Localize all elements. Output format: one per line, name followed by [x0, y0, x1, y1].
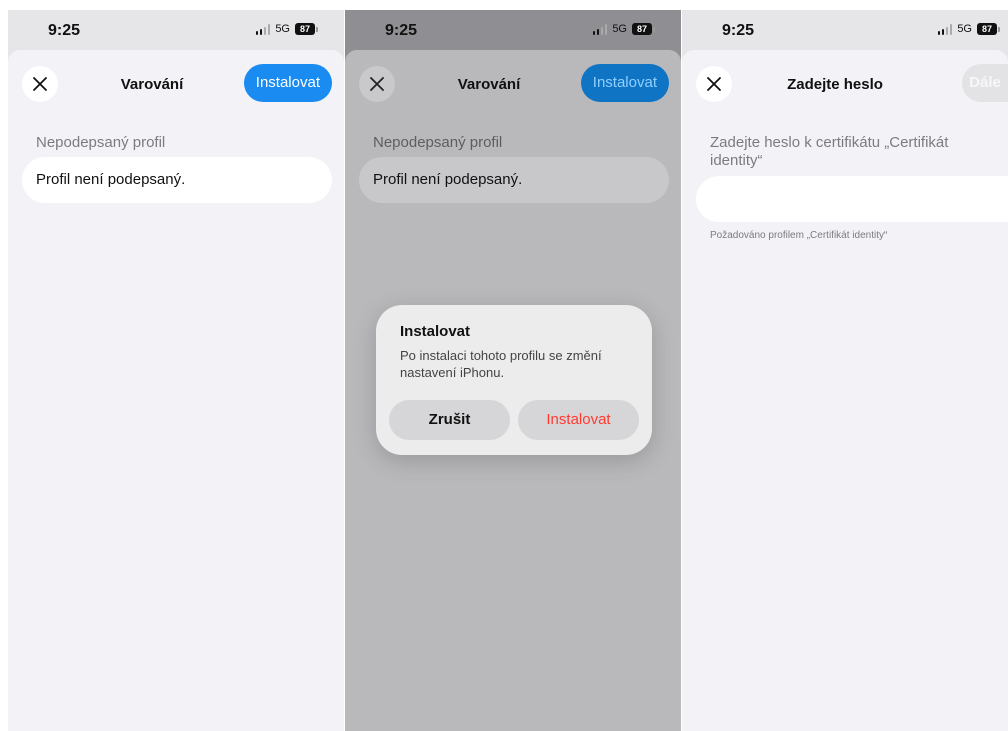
install-button[interactable]: Instalovat: [580, 64, 669, 102]
profile-status-cell: Profil není podepsaný.: [22, 157, 332, 203]
battery-icon: 87: [295, 23, 318, 35]
signal-icon: [255, 23, 271, 35]
status-bar: 9:25 5G 87: [682, 10, 1008, 52]
battery-level: 87: [295, 23, 315, 35]
network-type: 5G: [957, 23, 972, 35]
cancel-button[interactable]: Zrušit: [389, 400, 510, 440]
status-bar: 9:25 5G 87: [345, 10, 681, 52]
status-time: 9:25: [385, 22, 418, 39]
confirm-install-button[interactable]: Instalovat: [518, 400, 639, 440]
battery-icon: 87: [977, 23, 1000, 35]
section-header: Nepodepsaný profil: [373, 134, 503, 151]
nav-title: Zadejte heslo: [787, 76, 883, 93]
battery-level: 87: [632, 23, 652, 35]
password-field[interactable]: [696, 176, 1008, 222]
network-type: 5G: [275, 23, 290, 35]
screen-enter-password: 9:25 5G 87 Zadejte heslo Dále Zadejte he…: [682, 10, 1008, 731]
section-header: Nepodepsaný profil: [36, 134, 166, 151]
status-indicators: 5G 87: [937, 23, 1000, 35]
screen-warning: 9:25 5G 87 Varování Instalovat Nepodepsa…: [8, 10, 344, 731]
password-sheet: Zadejte heslo Dále Zadejte heslo k certi…: [682, 50, 1008, 731]
status-time: 9:25: [48, 22, 81, 39]
status-bar: 9:25 5G 87: [8, 10, 344, 52]
install-button[interactable]: Instalovat: [243, 64, 332, 102]
navigation-bar: Varování Instalovat: [345, 50, 681, 114]
install-alert: Instalovat Po instalaci tohoto profilu s…: [376, 305, 652, 455]
navigation-bar: Varování Instalovat: [8, 50, 344, 114]
status-indicators: 5G 87: [255, 23, 318, 35]
status-indicators: 5G 87: [592, 23, 655, 35]
profile-status-cell: Profil není podepsaný.: [359, 157, 669, 203]
battery-level: 87: [977, 23, 997, 35]
status-time: 9:25: [722, 22, 755, 39]
screen-install-confirmation: 9:25 5G 87 Varování Instalovat Nepodepsa…: [345, 10, 681, 731]
navigation-bar: Zadejte heslo Dále: [682, 50, 1008, 114]
battery-icon: 87: [632, 23, 655, 35]
alert-title: Instalovat: [400, 323, 471, 340]
warning-sheet: Varování Instalovat Nepodepsaný profil P…: [8, 50, 344, 731]
network-type: 5G: [612, 23, 627, 35]
alert-message: Po instalaci tohoto profilu se změní nas…: [400, 348, 602, 380]
password-prompt: Zadejte heslo k certifikátu „Certifikát …: [710, 134, 949, 169]
signal-icon: [592, 23, 608, 35]
password-footer: Požadováno profilem „Certifikát identity…: [710, 230, 888, 241]
next-button[interactable]: Dále: [962, 64, 1008, 102]
signal-icon: [937, 23, 953, 35]
